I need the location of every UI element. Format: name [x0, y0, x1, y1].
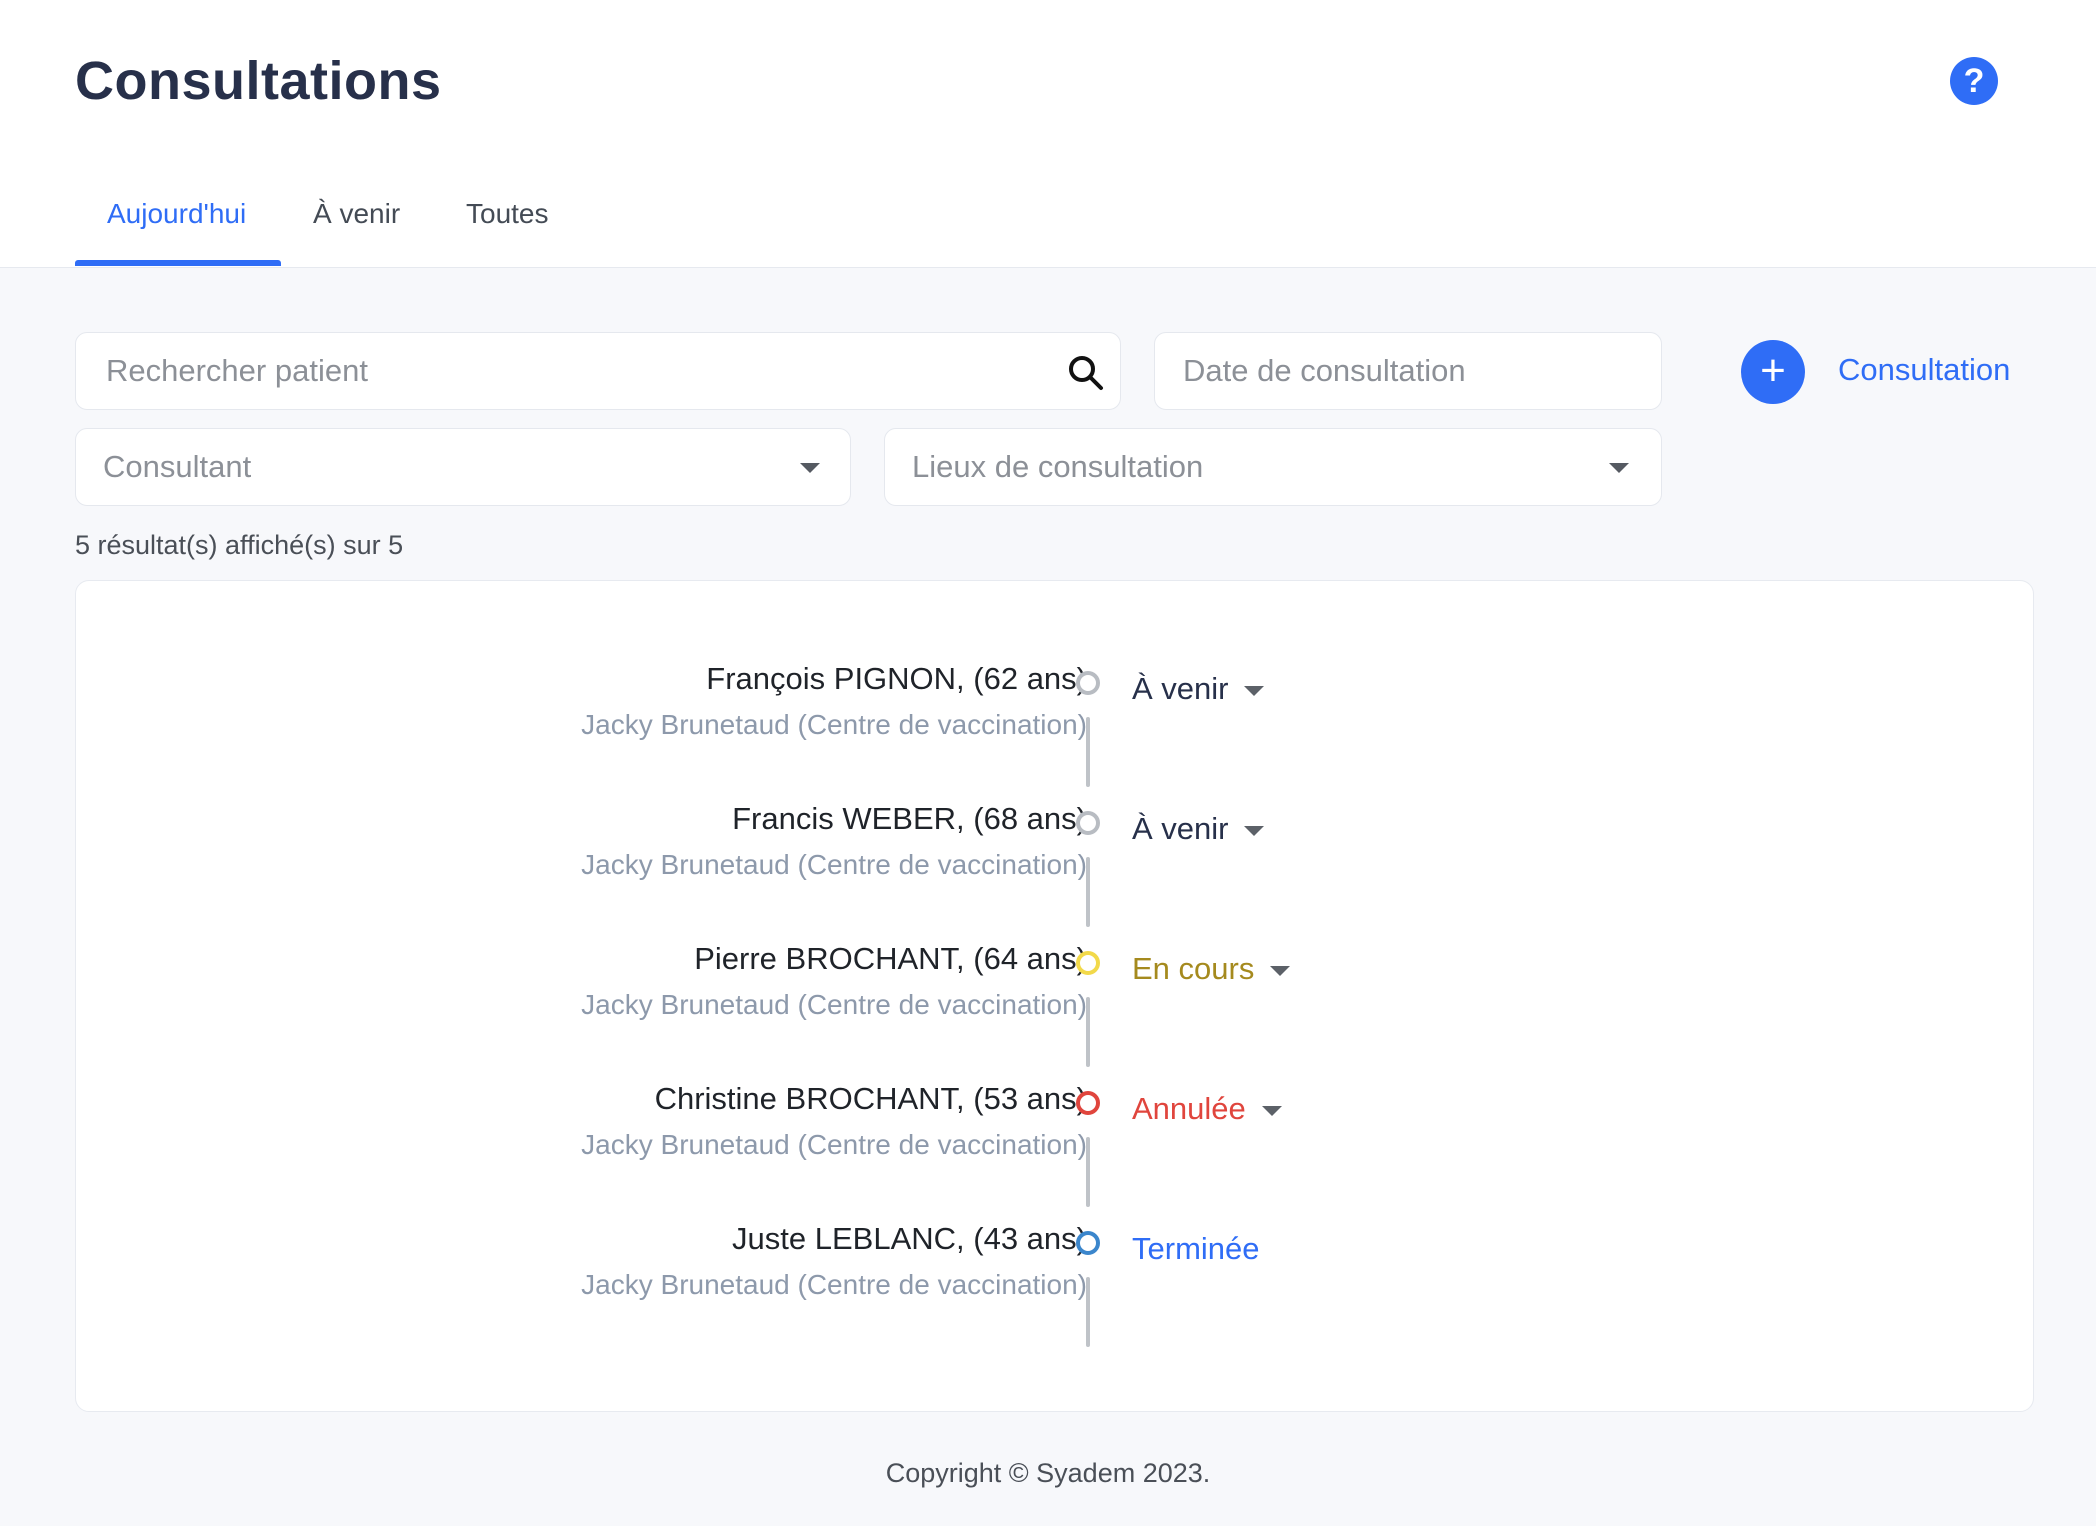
- status-dot: [1076, 951, 1100, 975]
- status-dropdown[interactable]: Annulée: [1132, 1091, 1282, 1127]
- patient-name[interactable]: François PIGNON, (62 ans): [706, 661, 1087, 697]
- add-consultation-button[interactable]: +: [1741, 340, 1805, 404]
- patient-name[interactable]: Christine BROCHANT, (53 ans): [655, 1081, 1087, 1117]
- consultant-name: Jacky Brunetaud (Centre de vaccination): [581, 849, 1087, 880]
- status-dropdown[interactable]: En cours: [1132, 951, 1291, 987]
- status-dot: [1076, 811, 1100, 835]
- search-icon[interactable]: [1066, 353, 1106, 393]
- add-consultation-label[interactable]: Consultation: [1838, 352, 2010, 388]
- consultation-item: Francis WEBER, (68 ans) Jacky Brunetaud …: [76, 801, 2035, 941]
- status-dropdown[interactable]: À venir: [1132, 671, 1265, 707]
- patient-name[interactable]: Francis WEBER, (68 ans): [732, 801, 1087, 837]
- patient-name[interactable]: Pierre BROCHANT, (64 ans): [694, 941, 1087, 977]
- status-label: En cours: [1132, 951, 1255, 986]
- page-header: Consultations ? Aujourd'hui À venir Tout…: [0, 0, 2096, 268]
- chevron-down-icon: [1261, 1105, 1282, 1116]
- footer-copyright: Copyright © Syadem 2023.: [885, 1458, 1211, 1488]
- consultation-item: Juste LEBLANC, (43 ans) Jacky Brunetaud …: [76, 1221, 2035, 1361]
- timeline-connector: [1086, 717, 1090, 787]
- chevron-down-icon: [1609, 463, 1629, 473]
- date-input[interactable]: [1183, 333, 1588, 409]
- search-field: [75, 332, 1121, 410]
- location-select[interactable]: Lieux de consultation: [884, 428, 1662, 506]
- search-input[interactable]: [106, 333, 942, 409]
- date-field: [1154, 332, 1662, 410]
- consultation-item: Pierre BROCHANT, (64 ans) Jacky Brunetau…: [76, 941, 2035, 1081]
- status-dot: [1076, 1231, 1100, 1255]
- consultant-name: Jacky Brunetaud (Centre de vaccination): [581, 709, 1087, 740]
- consultant-name: Jacky Brunetaud (Centre de vaccination): [581, 1129, 1087, 1160]
- result-count: 5 résultat(s) affiché(s) sur 5: [75, 530, 404, 560]
- chevron-down-icon: [1270, 965, 1291, 976]
- status-label: Terminée: [1132, 1231, 1260, 1266]
- tab-toutes[interactable]: Toutes: [466, 198, 549, 230]
- consultation-item: Christine BROCHANT, (53 ans) Jacky Brune…: [76, 1081, 2035, 1221]
- consultant-name: Jacky Brunetaud (Centre de vaccination): [581, 1269, 1087, 1300]
- location-select-placeholder: Lieux de consultation: [912, 449, 1204, 484]
- consultation-timeline-card: François PIGNON, (62 ans) Jacky Brunetau…: [75, 580, 2034, 1412]
- status-label: À venir: [1132, 671, 1229, 706]
- timeline-connector: [1086, 997, 1090, 1067]
- chevron-down-icon: [1244, 825, 1265, 836]
- status-label: Annulée: [1132, 1091, 1246, 1126]
- status-dot: [1076, 1091, 1100, 1115]
- status-dropdown[interactable]: À venir: [1132, 811, 1265, 847]
- active-tab-indicator: [75, 260, 281, 266]
- chevron-down-icon: [800, 463, 820, 473]
- patient-name[interactable]: Juste LEBLANC, (43 ans): [732, 1221, 1087, 1257]
- consultant-name: Jacky Brunetaud (Centre de vaccination): [581, 989, 1087, 1020]
- status-label-final: Terminée: [1132, 1231, 1260, 1267]
- consultation-item: François PIGNON, (62 ans) Jacky Brunetau…: [76, 661, 2035, 801]
- consultant-select[interactable]: Consultant: [75, 428, 851, 506]
- status-dot: [1076, 671, 1100, 695]
- question-mark-icon: ?: [1963, 62, 1985, 100]
- consultant-select-placeholder: Consultant: [103, 449, 252, 484]
- tab-aujourdhui[interactable]: Aujourd'hui: [107, 198, 246, 230]
- timeline-connector: [1086, 857, 1090, 927]
- tab-a-venir[interactable]: À venir: [313, 198, 400, 230]
- status-label: À venir: [1132, 811, 1229, 846]
- page-title: Consultations: [75, 51, 442, 111]
- timeline-connector: [1086, 1277, 1090, 1347]
- timeline-connector: [1086, 1137, 1090, 1207]
- plus-icon: +: [1760, 346, 1786, 395]
- chevron-down-icon: [1244, 685, 1265, 696]
- help-button[interactable]: ?: [1950, 57, 1998, 105]
